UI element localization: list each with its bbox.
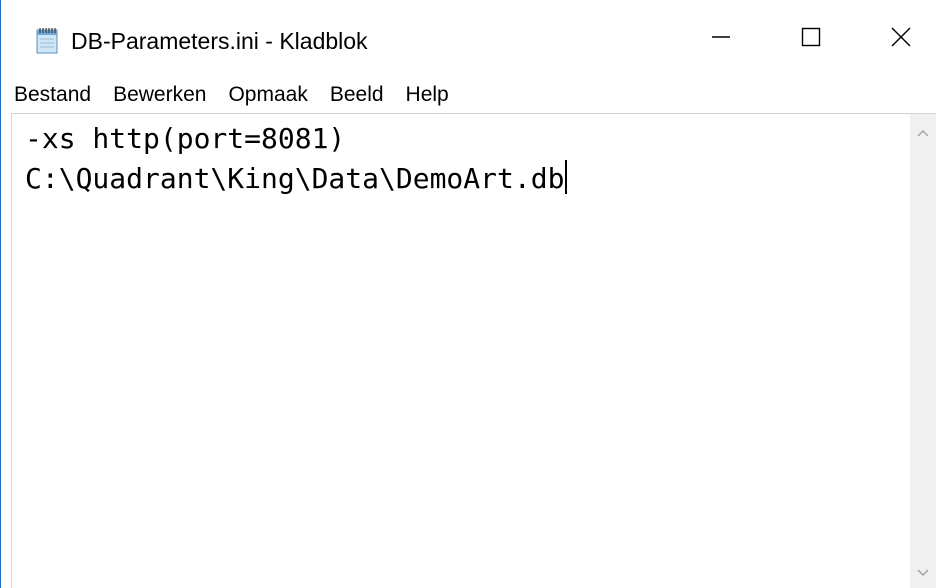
menu-bestand[interactable]: Bestand	[1, 80, 102, 110]
vertical-scrollbar[interactable]	[910, 113, 936, 588]
menu-opmaak[interactable]: Opmaak	[217, 80, 318, 110]
menu-beeld[interactable]: Beeld	[319, 80, 395, 110]
editor-line-text: -xs http(port=8081)	[25, 122, 346, 155]
notepad-icon	[35, 26, 59, 54]
menu-help[interactable]: Help	[395, 80, 460, 110]
minimize-icon	[711, 27, 731, 52]
close-button[interactable]	[856, 0, 936, 78]
scroll-down-button[interactable]	[910, 560, 936, 588]
maximize-icon	[801, 27, 821, 52]
editor-line-text: C:\Quadrant\King\Data\DemoArt.db	[25, 162, 565, 195]
scroll-up-button[interactable]	[910, 120, 936, 148]
title-bar[interactable]: DB-Parameters.ini - Kladblok	[1, 0, 936, 78]
editor-line[interactable]: C:\Quadrant\King\Data\DemoArt.db	[25, 159, 568, 199]
chevron-up-icon	[916, 125, 930, 143]
menu-bar: Bestand Bewerken Opmaak Beeld Help	[1, 78, 936, 112]
window-title: DB-Parameters.ini - Kladblok	[71, 28, 368, 54]
minimize-button[interactable]	[676, 0, 766, 78]
text-editor[interactable]: -xs http(port=8081) C:\Quadrant\King\Dat…	[11, 113, 910, 588]
notepad-window: DB-Parameters.ini - Kladblok Bestand Bew…	[0, 0, 936, 588]
menu-bewerken[interactable]: Bewerken	[102, 80, 217, 110]
close-icon	[891, 27, 911, 52]
maximize-button[interactable]	[766, 0, 856, 78]
editor-line[interactable]: -xs http(port=8081)	[25, 119, 345, 159]
chevron-down-icon	[916, 565, 930, 583]
text-caret	[565, 160, 568, 194]
